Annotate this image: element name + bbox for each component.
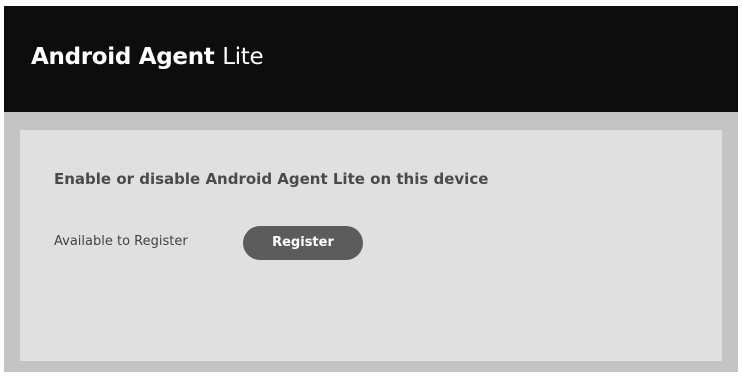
app-window: Android Agent Lite Enable or disable And… — [4, 6, 738, 372]
registration-status-label: Available to Register — [54, 234, 188, 249]
settings-panel: Enable or disable Android Agent Lite on … — [20, 130, 722, 361]
register-button[interactable]: Register — [243, 226, 363, 260]
app-title: Android Agent Lite — [31, 42, 264, 72]
app-header: Android Agent Lite — [4, 6, 738, 112]
app-title-primary: Android Agent — [31, 44, 215, 70]
panel-heading: Enable or disable Android Agent Lite on … — [54, 170, 489, 188]
app-title-secondary: Lite — [222, 44, 264, 70]
